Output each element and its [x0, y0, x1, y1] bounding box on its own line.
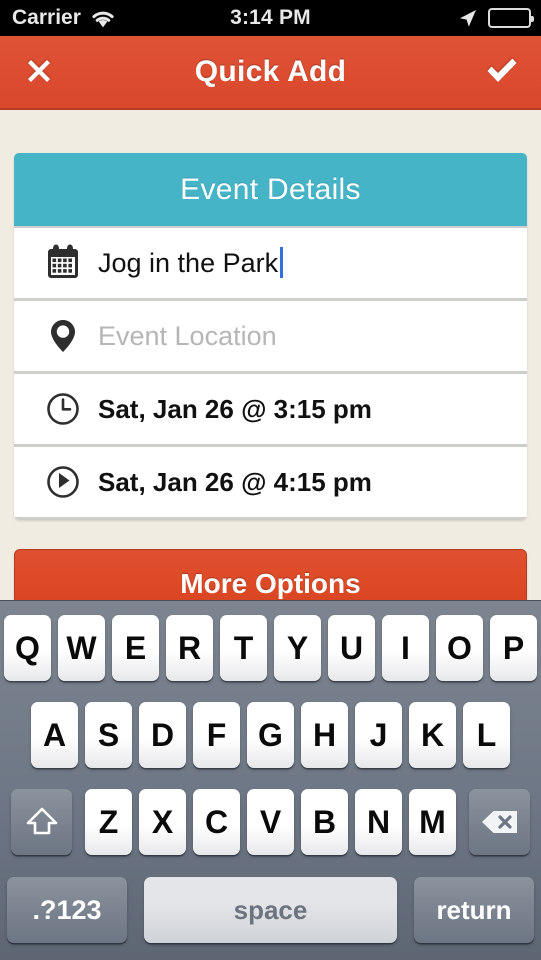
- checkmark-icon: [485, 56, 519, 91]
- event-details-card: Event Details Jog in the Park Event Loca…: [14, 153, 527, 520]
- backspace-delete-icon: [480, 808, 520, 836]
- key-s[interactable]: S: [85, 702, 132, 768]
- key-f[interactable]: F: [193, 702, 240, 768]
- event-location-row[interactable]: Event Location: [14, 301, 527, 374]
- numeric-keyboard-key[interactable]: .?123: [7, 877, 127, 943]
- page-title: Quick Add: [194, 55, 347, 88]
- event-end-time-value: Sat, Jan 26 @ 4:15 pm: [98, 466, 372, 497]
- event-title-value: Jog in the Park: [98, 248, 279, 278]
- app-screen: Carrier 3:14 PM Quick Add Event Details …: [0, 0, 541, 960]
- status-bar: Carrier 3:14 PM: [0, 0, 541, 36]
- navigation-bar: Quick Add: [0, 36, 541, 110]
- key-p[interactable]: P: [490, 615, 537, 681]
- clock-end-icon: [44, 463, 84, 501]
- event-location-input[interactable]: Event Location: [98, 321, 277, 352]
- key-z[interactable]: Z: [85, 789, 132, 855]
- key-e[interactable]: E: [112, 615, 159, 681]
- text-cursor: [280, 247, 284, 278]
- clock-start-icon: [44, 390, 84, 428]
- card-header: Event Details: [14, 153, 527, 228]
- key-a[interactable]: A: [31, 702, 78, 768]
- event-end-time-row[interactable]: Sat, Jan 26 @ 4:15 pm: [14, 447, 527, 520]
- keyboard-row-4: .?123 space return: [0, 877, 541, 943]
- key-g[interactable]: G: [247, 702, 294, 768]
- keyboard-row-2: A S D F G H J K L: [0, 702, 541, 768]
- close-x-icon: [24, 56, 54, 91]
- key-x[interactable]: X: [139, 789, 186, 855]
- space-key[interactable]: space: [144, 877, 397, 943]
- key-q[interactable]: Q: [4, 615, 51, 681]
- map-pin-icon: [44, 317, 84, 355]
- shift-key[interactable]: [11, 789, 72, 855]
- key-l[interactable]: L: [463, 702, 510, 768]
- calendar-icon: [44, 244, 84, 282]
- key-d[interactable]: D: [139, 702, 186, 768]
- battery-icon: [488, 8, 534, 28]
- key-h[interactable]: H: [301, 702, 348, 768]
- key-i[interactable]: I: [382, 615, 429, 681]
- return-key[interactable]: return: [414, 877, 534, 943]
- keyboard-row-1: Q W E R T Y U I O P: [0, 615, 541, 681]
- shift-up-arrow-icon: [25, 806, 59, 838]
- key-k[interactable]: K: [409, 702, 456, 768]
- event-title-input[interactable]: Jog in the Park: [98, 247, 284, 279]
- key-c[interactable]: C: [193, 789, 240, 855]
- content-area: Event Details Jog in the Park Event Loca…: [0, 110, 541, 619]
- key-o[interactable]: O: [436, 615, 483, 681]
- event-start-time-row[interactable]: Sat, Jan 26 @ 3:15 pm: [14, 374, 527, 447]
- key-u[interactable]: U: [328, 615, 375, 681]
- cancel-button[interactable]: [0, 36, 78, 110]
- key-y[interactable]: Y: [274, 615, 321, 681]
- key-v[interactable]: V: [247, 789, 294, 855]
- key-b[interactable]: B: [301, 789, 348, 855]
- key-n[interactable]: N: [355, 789, 402, 855]
- key-t[interactable]: T: [220, 615, 267, 681]
- card-header-title: Event Details: [180, 172, 361, 206]
- key-j[interactable]: J: [355, 702, 402, 768]
- done-button[interactable]: [463, 36, 541, 110]
- keyboard-row-3: Z X C V B N M: [0, 789, 541, 855]
- location-arrow-icon: [457, 8, 478, 29]
- event-start-time-value: Sat, Jan 26 @ 3:15 pm: [98, 393, 372, 424]
- key-r[interactable]: R: [166, 615, 213, 681]
- onscreen-keyboard: Q W E R T Y U I O P A S D F G H J K L Z …: [0, 600, 541, 960]
- status-bar-right: [457, 8, 534, 29]
- event-title-row[interactable]: Jog in the Park: [14, 228, 527, 301]
- backspace-key[interactable]: [469, 789, 530, 855]
- more-options-label: More Options: [180, 568, 361, 599]
- key-m[interactable]: M: [409, 789, 456, 855]
- key-w[interactable]: W: [58, 615, 105, 681]
